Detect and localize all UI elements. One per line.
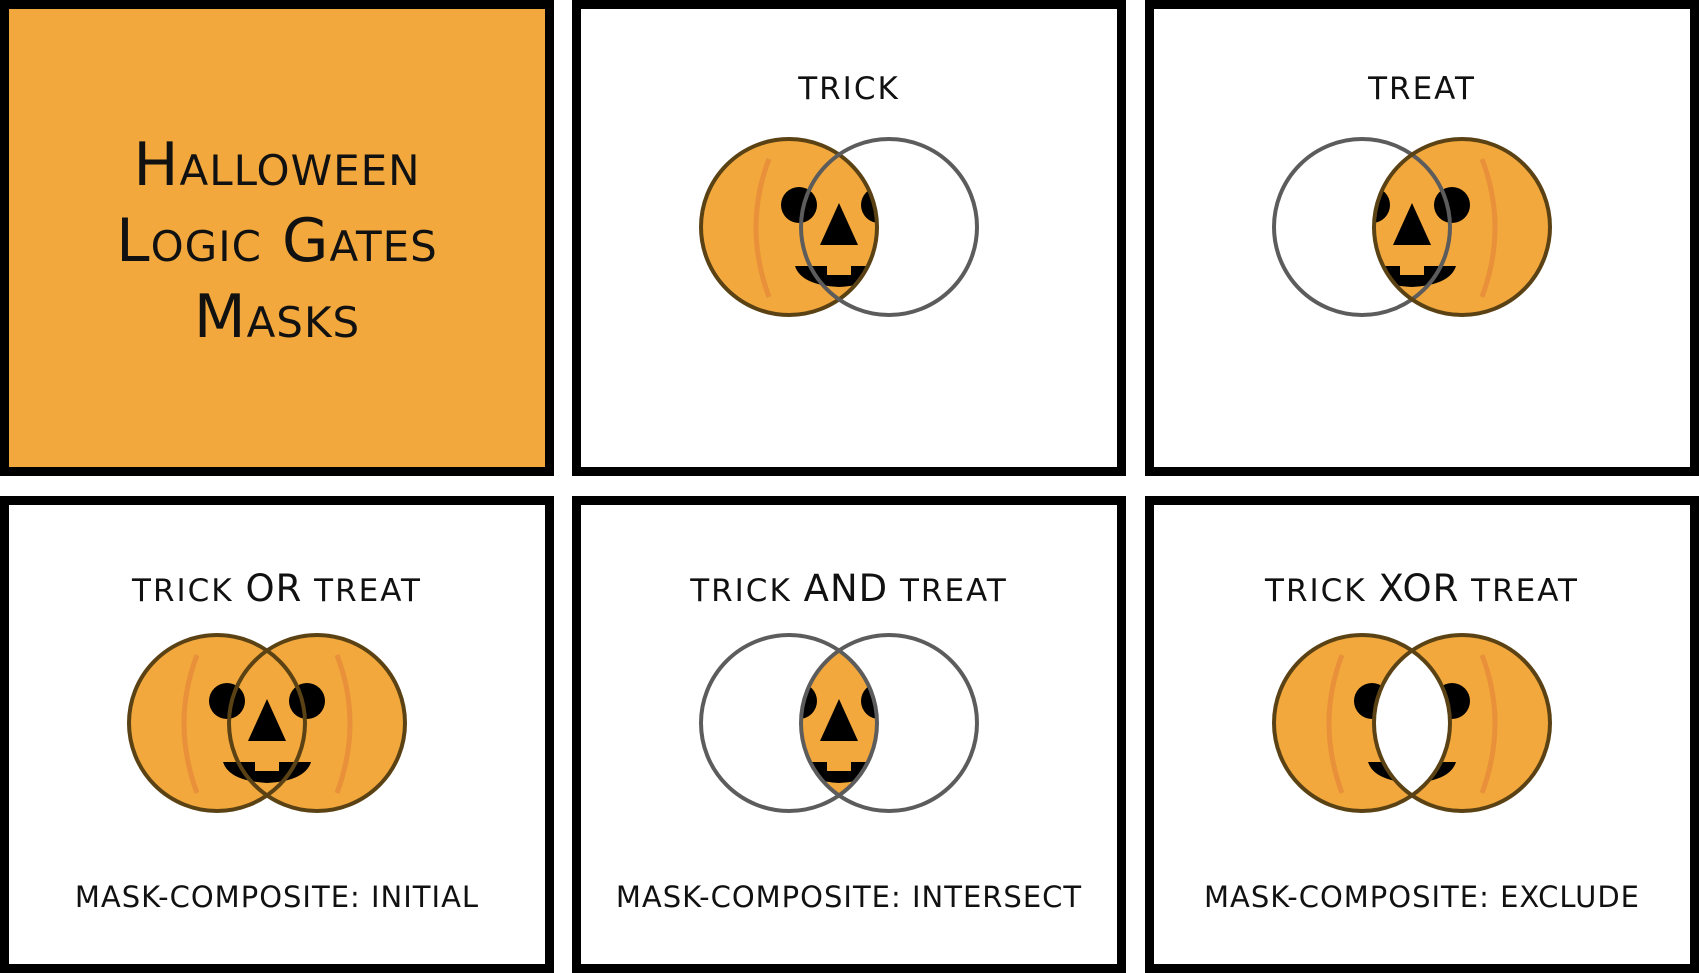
panel-treat: treat: [1145, 0, 1699, 476]
venn-diagram: [127, 633, 407, 813]
panel-heading: trick OR treat: [9, 567, 545, 610]
panel-or: trick OR treat mask-composite: initial: [0, 496, 554, 973]
pumpkin-region: [701, 139, 922, 315]
panel-xor: trick XOR treat mask-composite: exclude: [1145, 496, 1699, 973]
pumpkin-eye-right: [289, 683, 325, 719]
pumpkin-eye-right: [861, 187, 877, 223]
venn-diagram: [1272, 137, 1552, 317]
title-line-2: Logic Gates: [116, 206, 438, 276]
pumpkin-rib: [906, 654, 925, 794]
heading-text-b: treat: [1471, 573, 1579, 609]
pumpkin-rib: [1329, 159, 1342, 297]
panel-heading: trick AND treat: [581, 567, 1117, 610]
panel-heading: treat: [1154, 71, 1690, 107]
operator-label: OR: [245, 567, 303, 610]
title-panel: Halloween Logic Gates Masks: [0, 0, 554, 476]
operator-label: AND: [803, 567, 889, 610]
heading-text-a: trick: [1265, 573, 1367, 609]
pumpkin-eye-left: [801, 683, 817, 719]
pumpkin-region: [756, 635, 977, 811]
heading-text: treat: [1368, 71, 1476, 107]
operator-label: XOR: [1378, 567, 1460, 610]
venn-diagram: [699, 137, 979, 317]
panel-caption: mask-composite: exclude: [1203, 880, 1641, 914]
panel-and: trick AND treat mask-composite: intersec…: [572, 496, 1126, 973]
heading-text-a: trick: [690, 573, 792, 609]
heading-text: trick: [798, 71, 900, 107]
pumpkin-rib: [756, 655, 769, 793]
pumpkin-region: [1329, 139, 1550, 315]
heading-text-a: trick: [132, 573, 234, 609]
pumpkin-region: [129, 635, 405, 811]
pumpkin-eye-left: [1374, 187, 1390, 223]
panel-heading: trick: [581, 71, 1117, 107]
venn-diagram: [699, 633, 979, 813]
panel-heading: trick XOR treat: [1154, 567, 1690, 610]
heading-text-b: treat: [314, 573, 422, 609]
panel-caption: mask-composite: initial: [74, 880, 480, 914]
panel-caption: mask-composite: intersect: [615, 880, 1083, 914]
pumpkin-rib: [909, 159, 922, 297]
venn-diagram: [1272, 633, 1552, 813]
title-line-3: Masks: [193, 282, 361, 352]
title-line-1: Halloween: [133, 130, 421, 200]
pumpkin-eye-left: [781, 187, 817, 223]
pumpkin-eye-right: [861, 683, 897, 719]
page-title: Halloween Logic Gates Masks: [9, 127, 545, 355]
heading-text-b: treat: [899, 573, 1008, 609]
pumpkin-eye-left: [209, 683, 245, 719]
panel-trick: trick: [572, 0, 1126, 476]
pumpkin-eye-right: [1434, 187, 1470, 223]
